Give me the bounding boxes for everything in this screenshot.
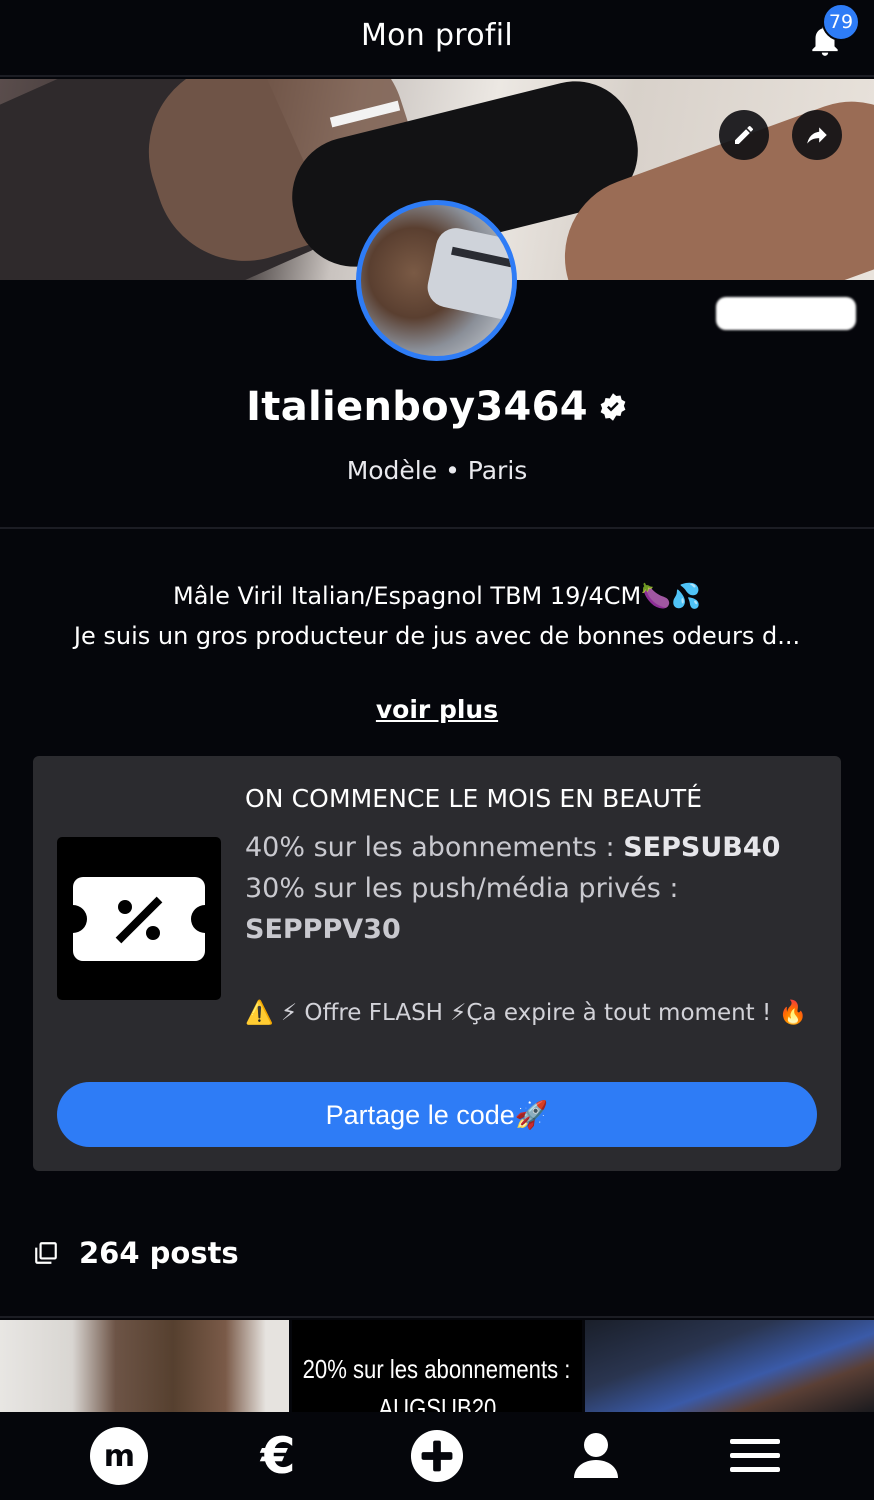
- share-arrow-icon: [807, 127, 827, 144]
- nav-home[interactable]: m: [84, 1421, 154, 1491]
- nav-earnings[interactable]: €: [243, 1421, 313, 1491]
- bottom-navigation: m €: [0, 1412, 874, 1500]
- copy-stack-icon: [35, 1242, 57, 1264]
- promo-title: ON COMMENCE LE MOIS EN BEAUTÉ: [245, 784, 703, 813]
- page-title: Mon profil: [360, 18, 514, 53]
- post-thumbnail[interactable]: [0, 1320, 290, 1412]
- divider: [0, 1316, 874, 1318]
- nav-profile[interactable]: [561, 1421, 631, 1491]
- divider: [0, 527, 874, 529]
- bio-line-1: Mâle Viril Italian/Espagnol TBM 19/4CM🍆💦: [172, 582, 702, 610]
- posts-count: 264 posts: [79, 1236, 239, 1270]
- promo-card: ON COMMENCE LE MOIS EN BEAUTÉ 40% sur le…: [33, 756, 841, 1171]
- redaction-mark: [716, 297, 856, 330]
- post-thumb-text: 20% sur les abonnements :: [303, 1354, 571, 1384]
- profile-meta: Modèle • Paris: [346, 456, 528, 485]
- share-code-button[interactable]: Partage le code🚀: [57, 1082, 817, 1147]
- flash-offer-text: ⚠️ ⚡ Offre FLASH ⚡Ça expire à tout momen…: [245, 1000, 808, 1026]
- euro-icon: €: [260, 1427, 296, 1485]
- plus-circle-icon: [410, 1429, 464, 1483]
- promo-code-subs: SEPSUB40: [623, 832, 781, 863]
- promo-line-2: 30% sur les push/média privés :: [245, 873, 679, 904]
- posts-count-row: 264 posts: [33, 1236, 239, 1270]
- nav-create[interactable]: [402, 1421, 472, 1491]
- m-logo-icon: m: [90, 1427, 149, 1485]
- nav-menu[interactable]: [720, 1421, 790, 1491]
- pencil-icon: [735, 125, 754, 144]
- post-thumbnail[interactable]: 20% sur les abonnements : AUGSUB20: [292, 1320, 582, 1412]
- promo-line-1: 40% sur les abonnements : SEPSUB40: [245, 832, 781, 863]
- posts-grid: 20% sur les abonnements : AUGSUB20: [0, 1320, 874, 1412]
- user-icon: [573, 1433, 618, 1478]
- avatar[interactable]: [356, 200, 517, 361]
- profile-name-row: Italienboy3464: [0, 384, 874, 430]
- share-profile-button[interactable]: [792, 110, 842, 160]
- promo-code-private: SEPPPV30: [245, 914, 401, 945]
- post-thumb-code: AUGSUB20: [378, 1393, 496, 1412]
- percent-ticket-icon: [73, 876, 205, 961]
- notification-badge: 79: [822, 3, 860, 41]
- menu-icon: [729, 1439, 780, 1472]
- verified-badge-icon: [600, 393, 626, 421]
- edit-cover-button[interactable]: [719, 110, 769, 160]
- see-more-link[interactable]: voir plus: [0, 695, 874, 724]
- post-thumbnail[interactable]: [584, 1320, 874, 1412]
- username: Italienboy3464: [246, 384, 588, 430]
- bio-line-2: Je suis un gros producteur de jus avec d…: [73, 622, 801, 650]
- coupon-icon-box: [57, 837, 221, 1000]
- top-bar: Mon profil 79: [0, 0, 874, 77]
